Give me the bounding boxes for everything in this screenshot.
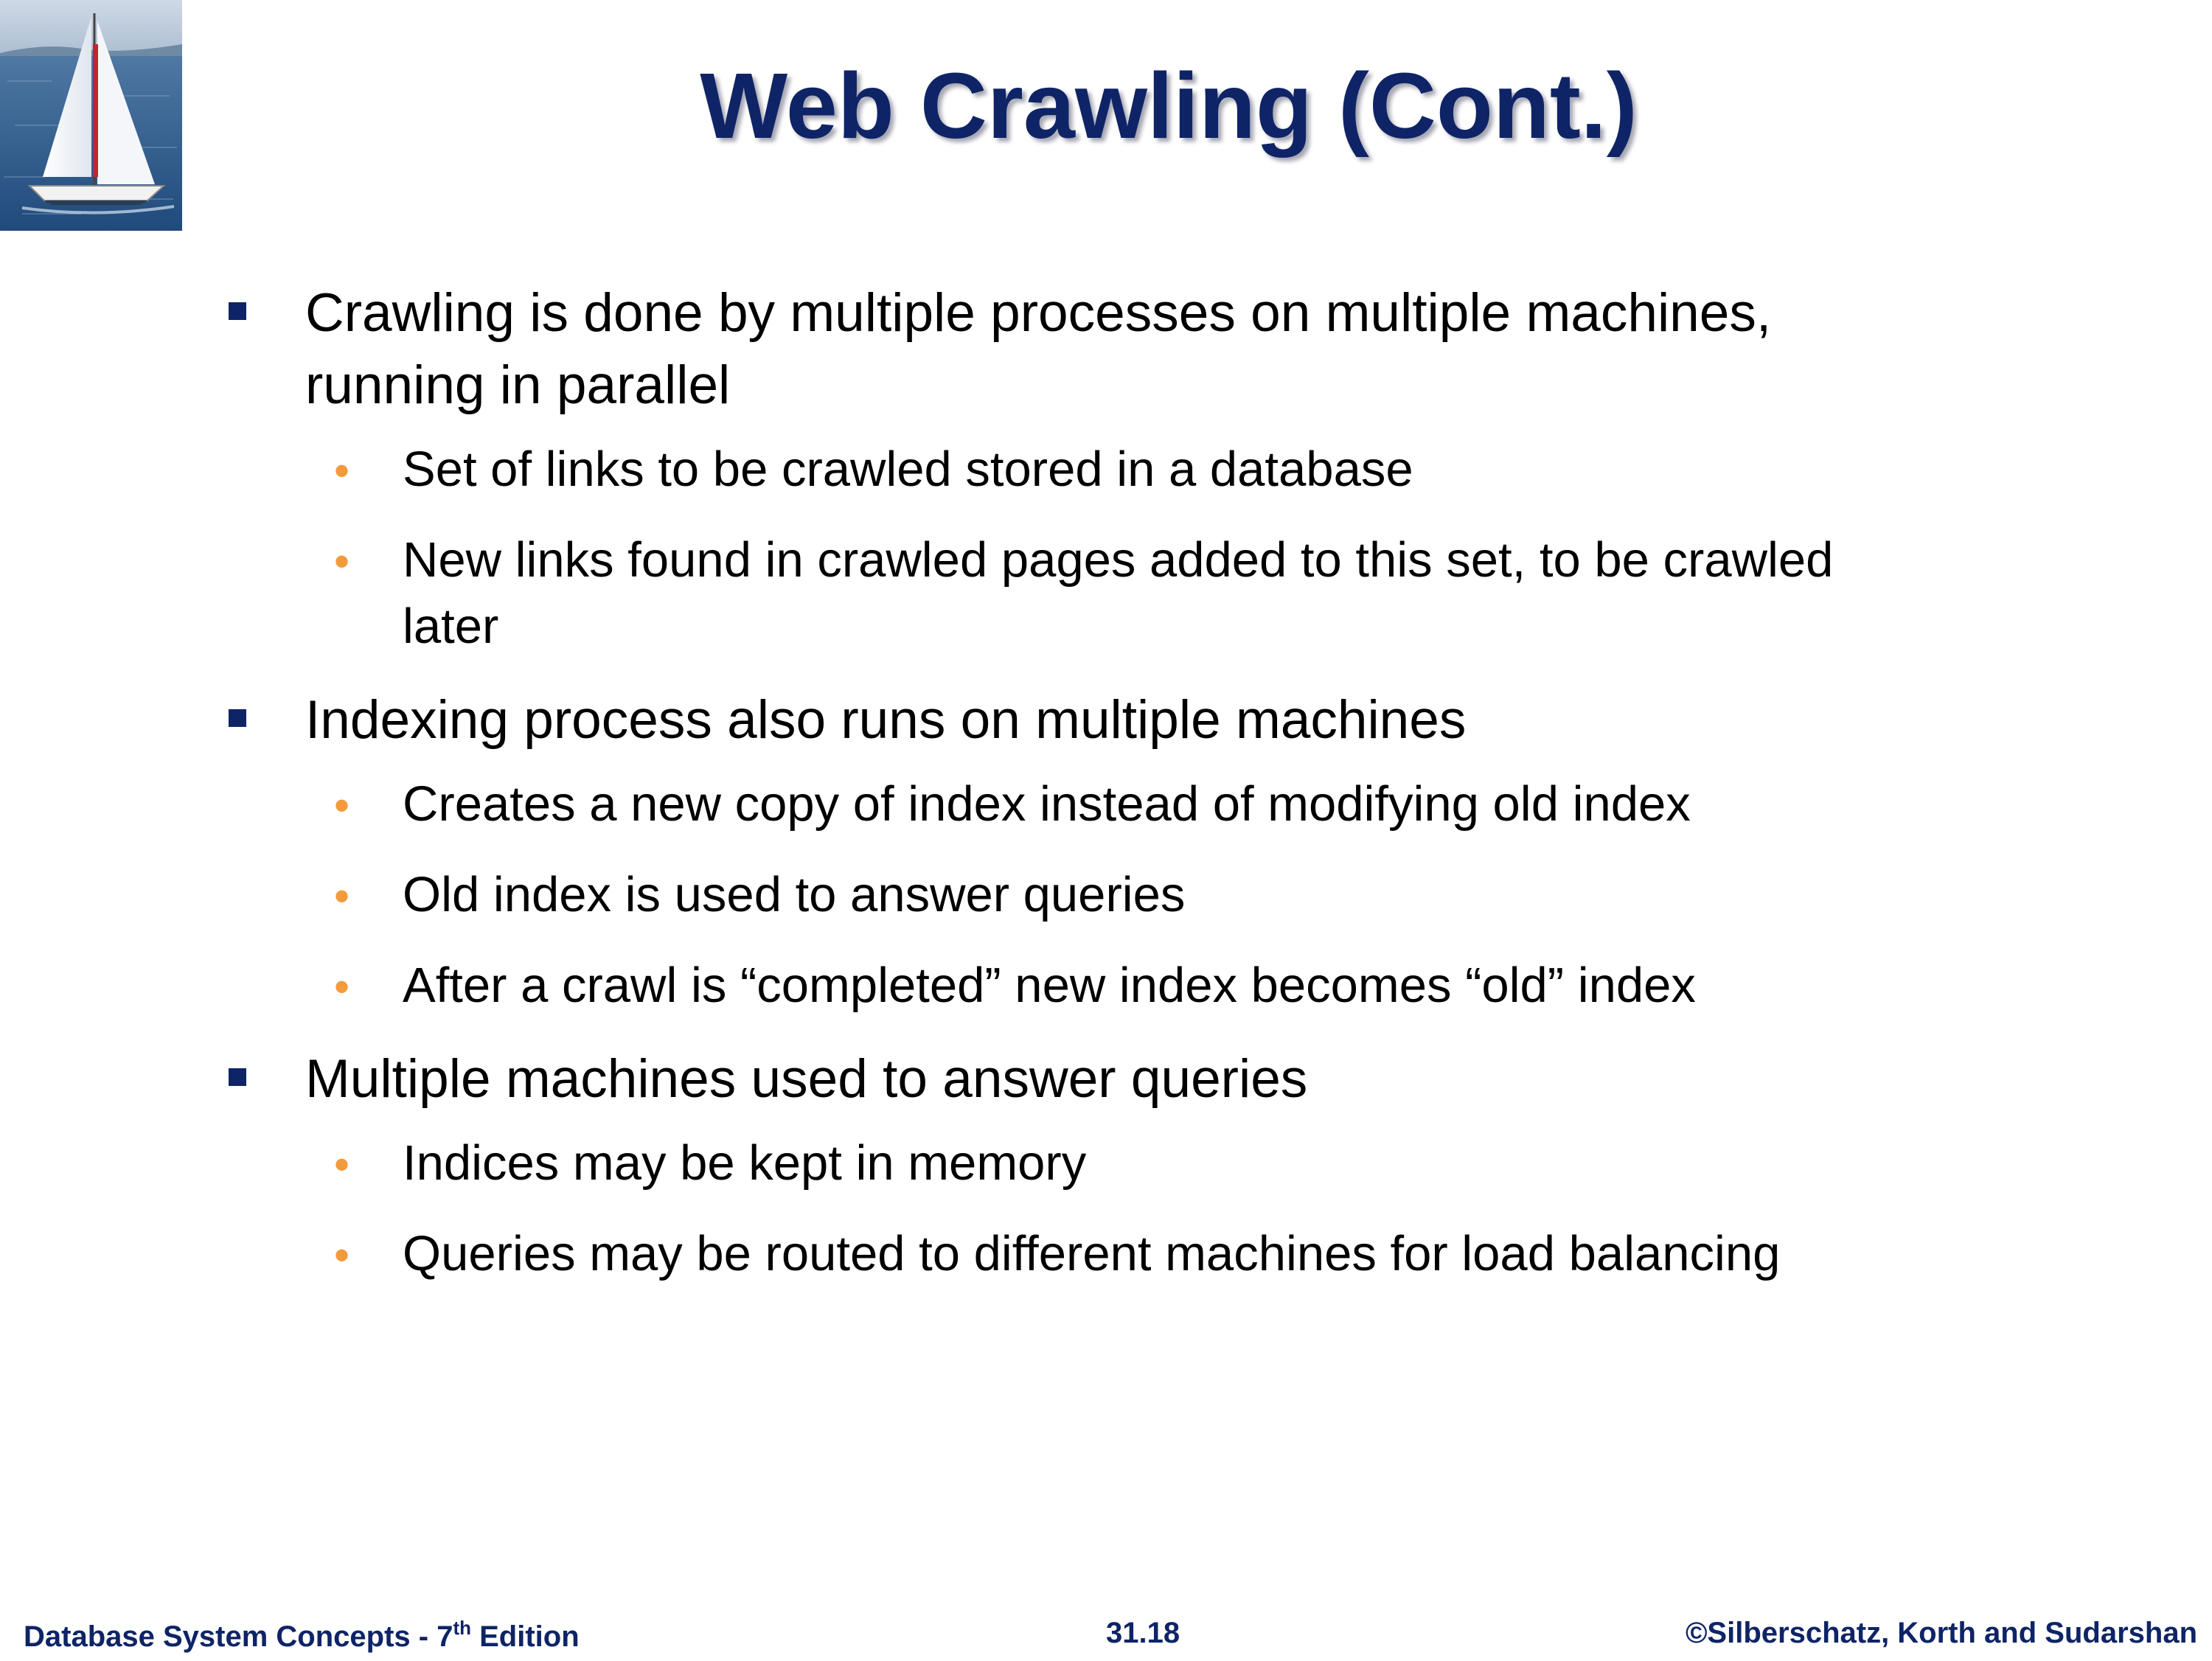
dot-bullet-icon: • [334,537,350,586]
sub-bullet-text: Set of links to be crawled stored in a d… [403,442,1413,497]
sub-bullet-text: Indices may be kept in memory [403,1135,1087,1191]
footer-book-title: Database System Concepts - 7th Edition [24,1617,580,1654]
bullet-item-crawling: Crawling is done by multiple processes o… [221,277,2065,422]
sub-bullet-item: • After a crawl is “completed” new index… [221,953,2065,1019]
square-bullet-icon [229,1068,246,1086]
bullet-list: Crawling is done by multiple processes o… [221,277,2065,1312]
bullet-text: Multiple machines used to answer queries [305,1049,1308,1109]
bullet-item-queries: Multiple machines used to answer queries [221,1043,2065,1115]
footer-edition-text: Edition [471,1620,580,1653]
sub-bullet-line: New links found in crawled pages added t… [403,532,1834,588]
sub-bullet-text: Old index is used to answer queries [403,867,1186,922]
bullet-text: Indexing process also runs on multiple m… [305,690,1467,750]
sub-bullet-line: later [403,599,499,654]
sub-bullet-item: • Old index is used to answer queries [221,862,2065,928]
dot-bullet-icon: • [334,446,350,495]
dot-bullet-icon: • [334,1140,350,1189]
sub-bullet-item: • New links found in crawled pages added… [221,527,2065,660]
dot-bullet-icon: • [334,871,350,921]
bullet-line: running in parallel [305,355,731,415]
dot-bullet-icon: • [334,962,350,1011]
sub-bullet-text: Creates a new copy of index instead of m… [403,776,1691,832]
sub-bullet-item: • Queries may be routed to different mac… [221,1221,2065,1287]
square-bullet-icon [229,709,246,727]
sub-bullet-item: • Creates a new copy of index instead of… [221,771,2065,838]
sub-bullet-item: • Indices may be kept in memory [221,1130,2065,1197]
footer-page-number: 31.18 [1106,1617,1180,1649]
slide-title: Web Crawling (Cont.) [700,54,1638,158]
sub-bullet-text: After a crawl is “completed” new index b… [403,958,1696,1013]
sub-bullet-item: • Set of links to be crawled stored in a… [221,436,2065,503]
footer-superscript: th [453,1617,471,1639]
bullet-item-indexing: Indexing process also runs on multiple m… [221,684,2065,756]
footer-copyright: ©Silberschatz, Korth and Sudarshan [1685,1617,2197,1649]
slide-footer: Database System Concepts - 7th Edition 3… [0,1617,2212,1661]
sub-bullet-text: Queries may be routed to different machi… [403,1226,1781,1281]
square-bullet-icon [229,302,246,320]
dot-bullet-icon: • [334,781,350,830]
dot-bullet-icon: • [334,1230,350,1280]
bullet-line: Crawling is done by multiple processes o… [305,283,1772,343]
footer-book-title-text: Database System Concepts - 7 [24,1620,453,1653]
